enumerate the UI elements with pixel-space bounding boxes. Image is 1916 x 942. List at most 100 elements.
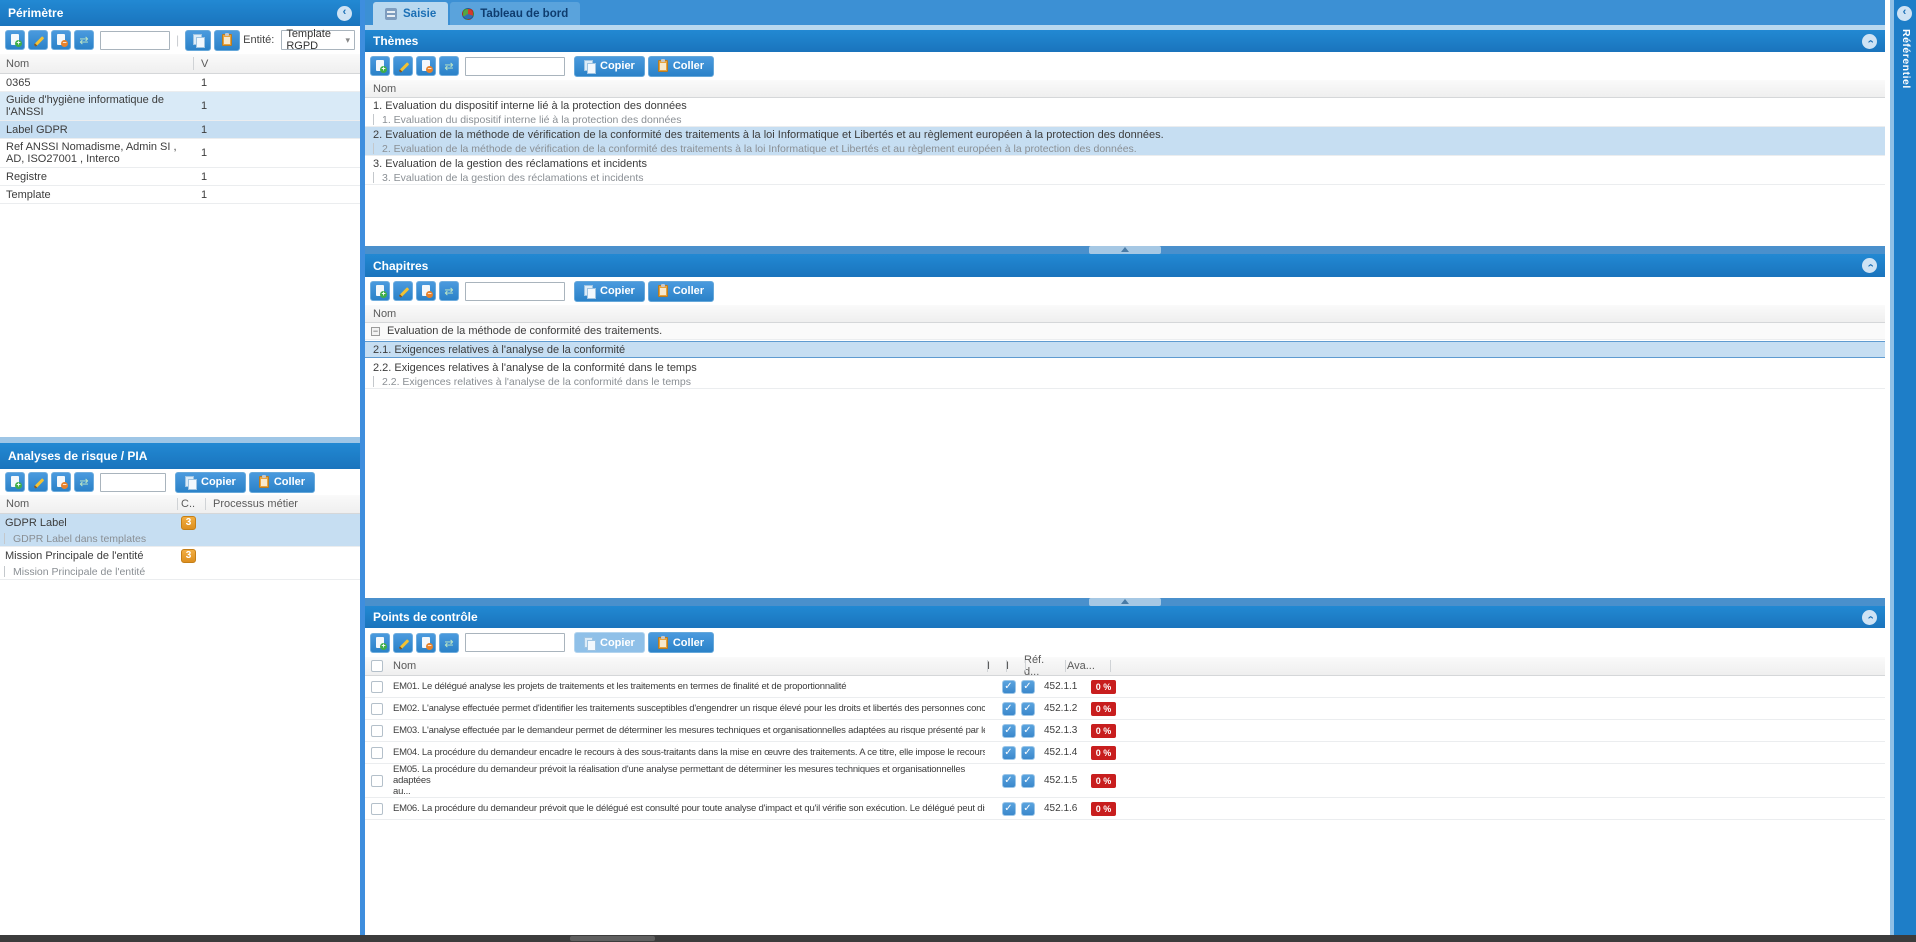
row-checkbox[interactable]	[371, 681, 383, 693]
delete-button[interactable]: −	[51, 30, 71, 50]
column-i2[interactable]: I	[998, 660, 1017, 672]
checked-checkbox[interactable]: ✓	[1021, 774, 1035, 788]
collapse-minus-icon[interactable]: −	[371, 327, 380, 336]
chapitre-row[interactable]: 2.2. Exigences relatives à l'analyse de …	[365, 360, 1885, 389]
edit-button[interactable]	[28, 472, 48, 492]
column-ref[interactable]: Réf. d...	[1017, 654, 1057, 678]
referentiel-collapsed-panel[interactable]: ‹ Référentiel	[1894, 0, 1916, 935]
control-point-row[interactable]: EM05. La procédure du demandeur prévoit …	[365, 764, 1885, 798]
column-c[interactable]: C..	[177, 498, 203, 510]
checked-checkbox[interactable]: ✓	[1002, 774, 1016, 788]
copier-button[interactable]: Copier	[574, 56, 645, 77]
refresh-button[interactable]: ⇄	[74, 30, 94, 50]
tab-tableau-de-bord[interactable]: Tableau de bord	[450, 2, 580, 25]
select-all-checkbox[interactable]	[371, 660, 383, 672]
checked-checkbox[interactable]: ✓	[1002, 802, 1016, 816]
expand-referentiel-icon[interactable]: ‹	[1897, 6, 1912, 21]
row-checkbox[interactable]	[371, 747, 383, 759]
checked-checkbox[interactable]: ✓	[1021, 702, 1035, 716]
row-checkbox[interactable]	[371, 803, 383, 815]
column-v[interactable]: V	[193, 58, 208, 70]
copy-button[interactable]	[185, 30, 211, 51]
checked-checkbox[interactable]: ✓	[1002, 746, 1016, 760]
row-checkbox[interactable]	[371, 725, 383, 737]
add-document-button[interactable]: +	[370, 281, 390, 301]
perimetre-row[interactable]: Registre1	[0, 168, 360, 186]
paste-button[interactable]	[214, 30, 240, 51]
column-nom[interactable]: Nom	[365, 308, 396, 320]
theme-row[interactable]: 3. Evaluation de la gestion des réclamat…	[365, 156, 1885, 185]
row-checkbox[interactable]	[371, 775, 383, 787]
themes-chapitres-splitter[interactable]	[365, 246, 1885, 254]
column-nom[interactable]: Nom	[365, 83, 396, 95]
filter-input[interactable]	[465, 282, 565, 301]
checked-checkbox[interactable]: ✓	[1021, 724, 1035, 738]
add-document-button[interactable]: +	[5, 472, 25, 492]
column-nom[interactable]: Nom	[0, 58, 193, 70]
checked-checkbox[interactable]: ✓	[1002, 680, 1016, 694]
tab-saisie[interactable]: Saisie	[373, 2, 448, 25]
control-point-row[interactable]: EM06. La procédure du demandeur prévoit …	[365, 798, 1885, 820]
analyses-row[interactable]: GDPR Label3GDPR Label dans templates	[0, 514, 360, 547]
filter-input[interactable]	[100, 473, 166, 492]
control-point-row[interactable]: EM04. La procédure du demandeur encadre …	[365, 742, 1885, 764]
perimetre-row[interactable]: Ref ANSSI Nomadisme, Admin SI , AD, ISO2…	[0, 139, 360, 168]
delete-button[interactable]: −	[416, 56, 436, 76]
add-document-button[interactable]: +	[370, 56, 390, 76]
checked-checkbox[interactable]: ✓	[1021, 746, 1035, 760]
add-document-button[interactable]: +	[370, 633, 390, 653]
filter-input[interactable]	[100, 31, 170, 50]
perimetre-row[interactable]: Label GDPR1	[0, 121, 360, 139]
analyses-row[interactable]: Mission Principale de l'entité3Mission P…	[0, 547, 360, 580]
delete-button[interactable]: −	[416, 281, 436, 301]
row-checkbox[interactable]	[371, 703, 383, 715]
chapitre-group-row[interactable]: −Evaluation de la méthode de conformité …	[365, 323, 1885, 340]
column-processus-metier[interactable]: Processus métier	[203, 498, 298, 510]
coller-button[interactable]: Coller	[648, 56, 714, 77]
copier-button[interactable]: Copier	[574, 281, 645, 302]
splitter-handle[interactable]	[1089, 598, 1161, 606]
filter-input[interactable]	[465, 633, 565, 652]
perimetre-row[interactable]: 03651	[0, 74, 360, 92]
coller-button[interactable]: Coller	[648, 632, 714, 653]
perimetre-row[interactable]: Template1	[0, 186, 360, 204]
column-nom[interactable]: Nom	[0, 498, 177, 510]
filter-input[interactable]	[465, 57, 565, 76]
refresh-button[interactable]: ⇄	[439, 281, 459, 301]
copier-button[interactable]: Copier	[175, 472, 246, 493]
coller-button[interactable]: Coller	[249, 472, 315, 493]
delete-button[interactable]: −	[416, 633, 436, 653]
checked-checkbox[interactable]: ✓	[1002, 724, 1016, 738]
column-i1[interactable]: I	[979, 660, 998, 672]
edit-button[interactable]	[28, 30, 48, 50]
theme-row[interactable]: 1. Evaluation du dispositif interne lié …	[365, 98, 1885, 127]
control-point-row[interactable]: EM03. L'analyse effectuée par le demande…	[365, 720, 1885, 742]
checked-checkbox[interactable]: ✓	[1021, 802, 1035, 816]
add-document-button[interactable]: +	[5, 30, 25, 50]
coller-button[interactable]: Coller	[648, 281, 714, 302]
delete-button[interactable]: −	[51, 472, 71, 492]
entity-select[interactable]: Template RGPD▾	[281, 30, 355, 50]
edit-button[interactable]	[393, 633, 413, 653]
copier-button[interactable]: Copier	[574, 632, 645, 653]
theme-row[interactable]: 2. Evaluation de la méthode de vérificat…	[365, 127, 1885, 156]
edit-button[interactable]	[393, 56, 413, 76]
edit-button[interactable]	[393, 281, 413, 301]
refresh-button[interactable]: ⇄	[74, 472, 94, 492]
collapse-sidebar-icon[interactable]: ‹	[337, 6, 352, 21]
chapitres-points-splitter[interactable]	[365, 598, 1885, 606]
scrollbar-thumb[interactable]	[570, 936, 655, 941]
collapse-chapitres-icon[interactable]: ‹	[1862, 258, 1877, 273]
chapitre-row[interactable]: 2.1. Exigences relatives à l'analyse de …	[365, 341, 1885, 358]
refresh-button[interactable]: ⇄	[439, 56, 459, 76]
splitter-handle[interactable]	[1089, 246, 1161, 254]
control-point-row[interactable]: EM01. Le délégué analyse les projets de …	[365, 676, 1885, 698]
control-point-row[interactable]: EM02. L'analyse effectuée permet d'ident…	[365, 698, 1885, 720]
collapse-themes-icon[interactable]: ‹	[1862, 34, 1877, 49]
column-nom[interactable]: Nom	[383, 660, 979, 672]
column-avancement[interactable]: Ava...	[1057, 660, 1095, 672]
checked-checkbox[interactable]: ✓	[1002, 702, 1016, 716]
collapse-points-icon[interactable]: ‹	[1862, 610, 1877, 625]
perimetre-row[interactable]: Guide d'hygiène informatique de l'ANSSI1	[0, 92, 360, 121]
checked-checkbox[interactable]: ✓	[1021, 680, 1035, 694]
